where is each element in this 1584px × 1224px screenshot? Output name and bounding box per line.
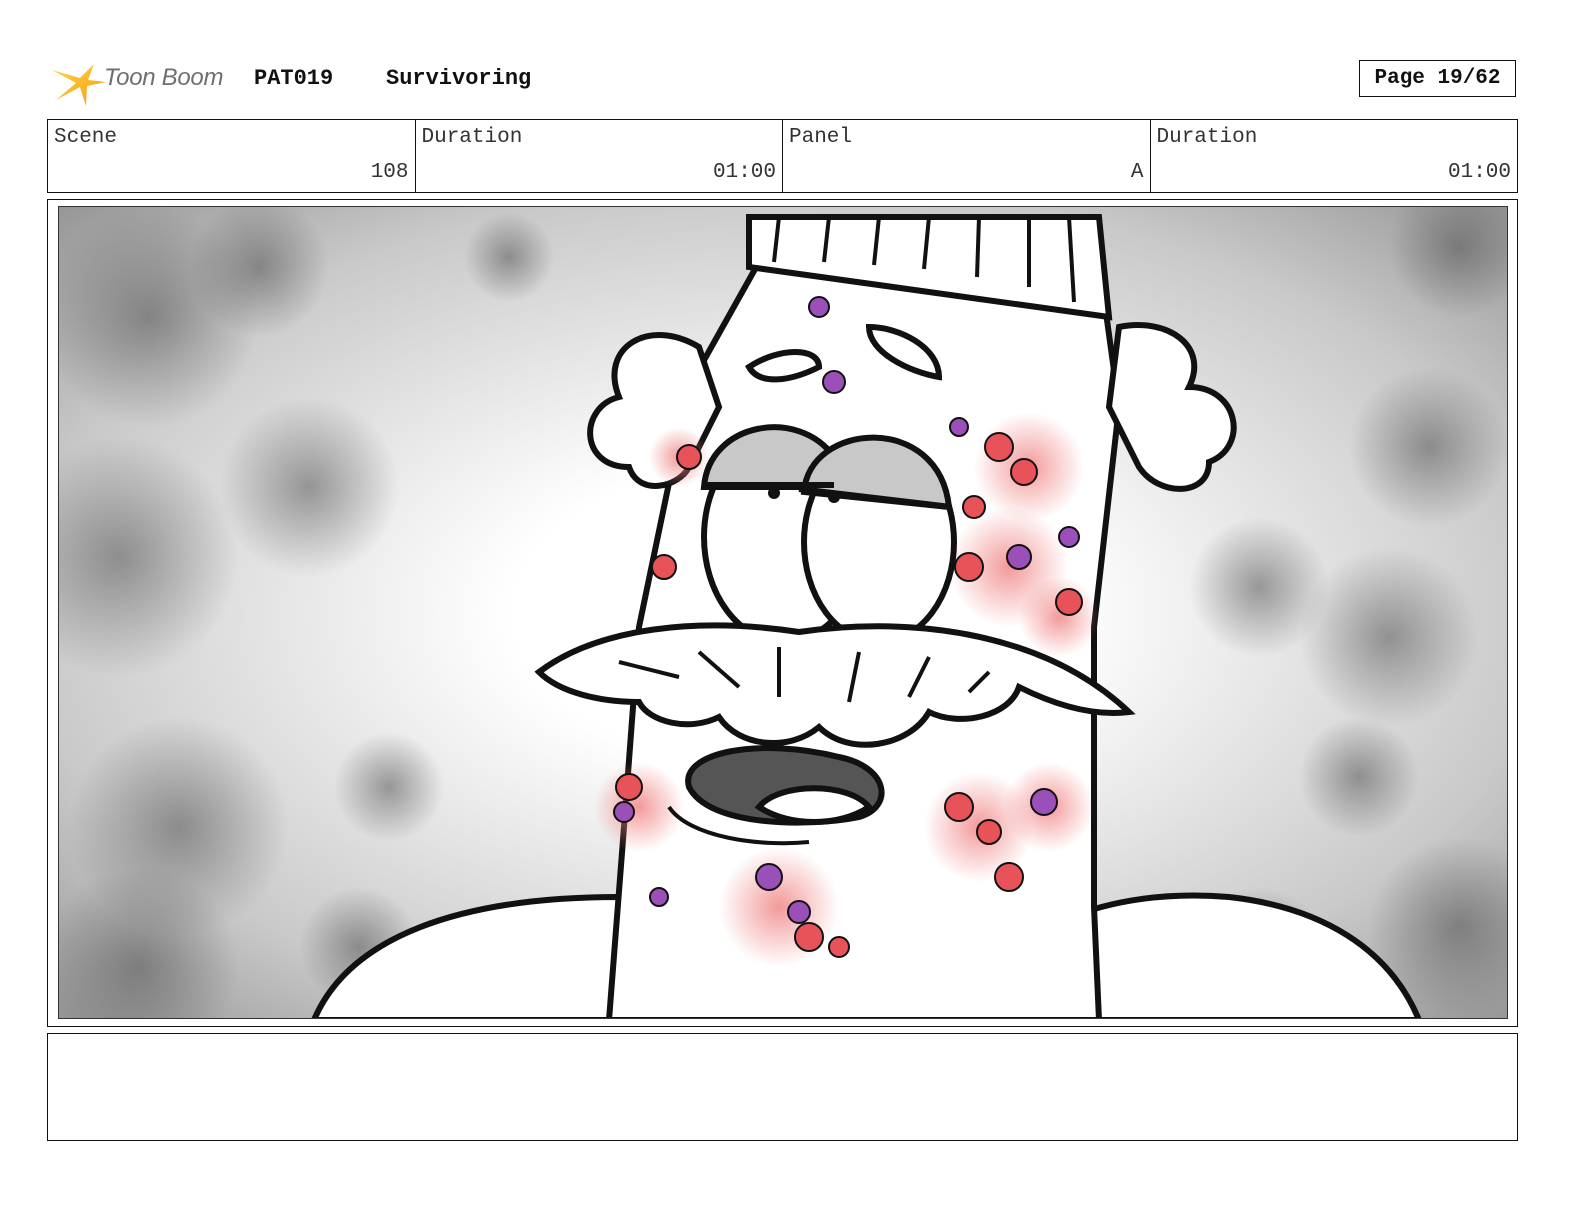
scene-value: 108: [370, 161, 409, 184]
logo-text: Toon Boom: [104, 64, 224, 91]
project-code: PAT019: [254, 66, 334, 91]
page-indicator: Page 19/62: [1359, 60, 1516, 97]
panel-duration-value: 01:00: [1447, 161, 1511, 184]
panel-label: Panel: [789, 126, 853, 149]
scene-duration-value: 01:00: [712, 161, 776, 184]
toon-boom-logo: Toon Boom: [50, 56, 240, 108]
scene-duration-cell: Duration 01:00: [416, 120, 783, 192]
scene-cell: Scene 108: [48, 120, 416, 192]
scene-duration-label: Duration: [421, 126, 523, 149]
panel-info-row: Scene 108 Duration 01:00 Panel A Duratio…: [47, 119, 1518, 193]
panel-notes: [47, 1033, 1518, 1141]
scene-label: Scene: [54, 126, 118, 149]
panel-duration-cell: Duration 01:00: [1151, 120, 1518, 192]
storyboard-drawing-icon: [59, 207, 1507, 1018]
panel-value: A: [1130, 161, 1144, 184]
panel-duration-label: Duration: [1156, 126, 1258, 149]
panel-cell: Panel A: [783, 120, 1151, 192]
project-title: Survivoring: [386, 66, 532, 91]
character-eyes: [700, 424, 957, 645]
toon-boom-star-icon: [52, 64, 106, 106]
panel-image: [58, 206, 1508, 1019]
